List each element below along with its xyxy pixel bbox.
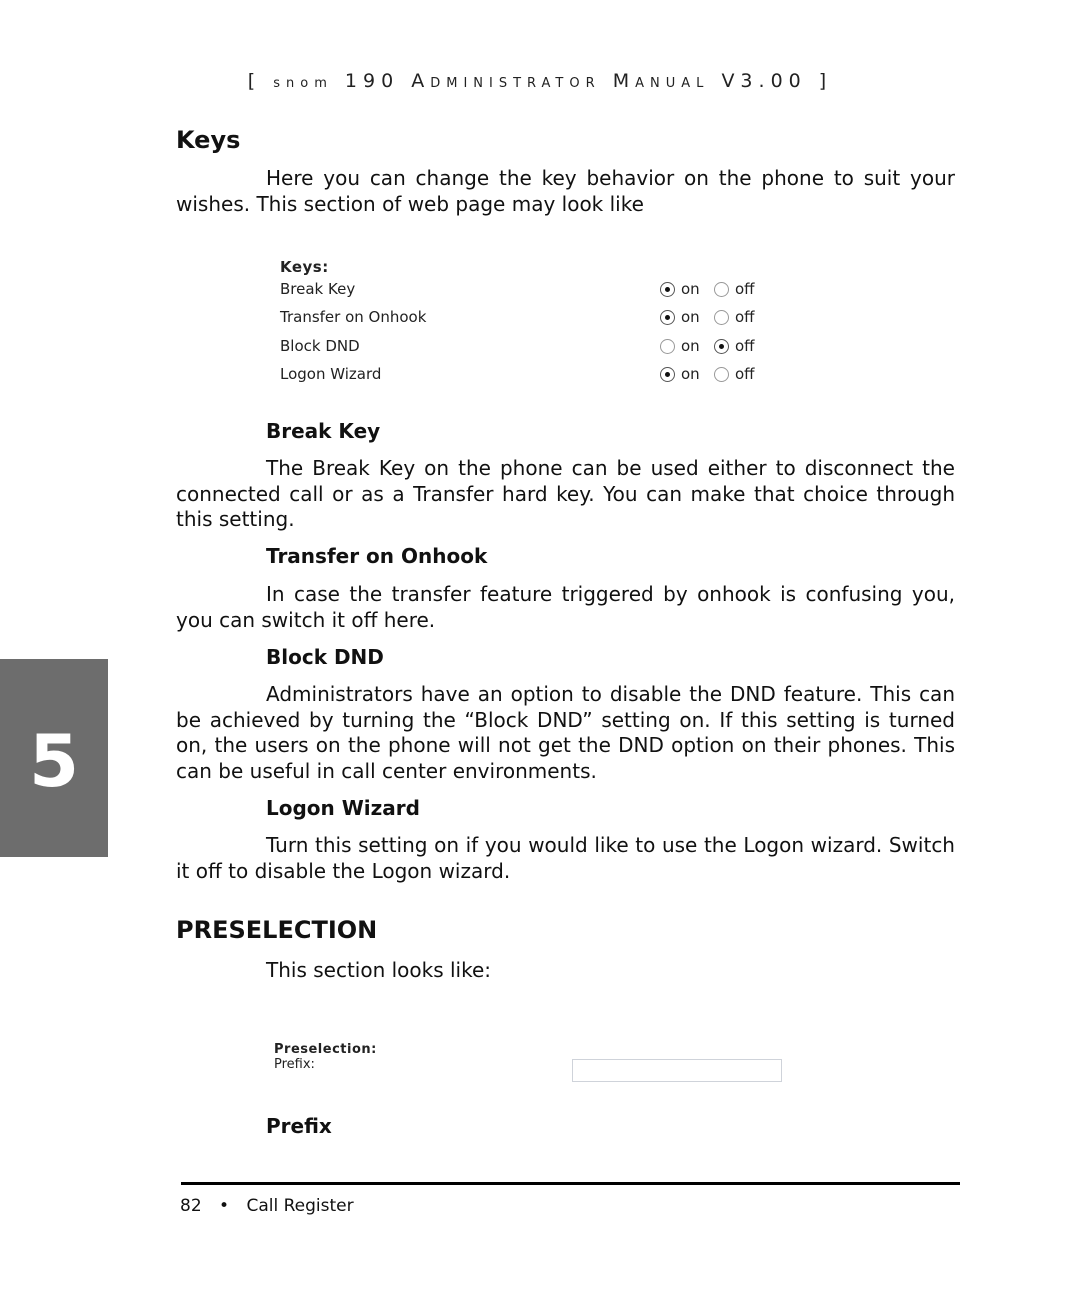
keys-heading: Keys — [176, 126, 241, 154]
chapter-tab: 5 — [0, 659, 108, 857]
setting-label: Break Key — [280, 280, 356, 298]
preselection-heading: PRESELECTION — [176, 916, 378, 944]
transfer-on-onhook-text: In case the transfer feature triggered b… — [176, 582, 955, 633]
logon-wizard-text: Turn this setting on if you would like t… — [176, 833, 955, 884]
radio-on-label: on — [681, 280, 700, 298]
setting-row-block-dnd: Block DND on off — [280, 337, 760, 365]
radio-on-label: on — [681, 308, 700, 326]
setting-row-transfer-on-onhook: Transfer on Onhook on off — [280, 308, 760, 336]
transfer-on-onhook-body: In case the transfer feature triggered b… — [176, 582, 955, 632]
keys-settings-screenshot: Keys: Break Key on off Transfer on Onhoo… — [280, 258, 770, 398]
footer-divider — [181, 1182, 960, 1185]
break-key-body: The Break Key on the phone can be used e… — [176, 456, 955, 531]
running-header: [ snom 190 Administrator Manual V3.00 ] — [0, 70, 1080, 92]
chapter-number: 5 — [28, 719, 80, 803]
block-dnd-body: Administrators have an option to disable… — [176, 682, 955, 783]
title-rest-m: anual — [635, 76, 710, 91]
radio-off[interactable] — [714, 309, 729, 325]
radio-on[interactable] — [660, 338, 675, 354]
radio-off-label: off — [735, 280, 755, 298]
bullet-separator: • — [219, 1196, 230, 1216]
radio-on-label: on — [681, 365, 700, 383]
radio-on-label: on — [681, 337, 700, 355]
radio-off[interactable] — [714, 366, 729, 382]
model-number: 190 — [344, 70, 400, 92]
setting-row-break-key: Break Key on off — [280, 280, 760, 308]
radio-off-label: off — [735, 337, 755, 355]
title-initial-a: A — [411, 70, 431, 92]
setting-row-logon-wizard: Logon Wizard on off — [280, 365, 760, 393]
title-rest-a: dministrator — [430, 76, 601, 91]
radio-on[interactable] — [660, 281, 675, 297]
preselection-screenshot-title: Preselection: Prefix: — [274, 1042, 377, 1072]
preselection-intro: This section looks like: — [176, 958, 955, 984]
radio-on[interactable] — [660, 366, 675, 382]
version: V3.00 — [721, 70, 807, 92]
keys-intro: Here you can change the key behavior on … — [176, 166, 955, 217]
keys-intro-text: Here you can change the key behavior on … — [176, 166, 955, 216]
radio-off[interactable] — [714, 338, 729, 354]
transfer-on-onhook-heading: Transfer on Onhook — [266, 544, 488, 568]
title-initial-m: M — [612, 70, 636, 92]
break-key-heading: Break Key — [266, 419, 381, 443]
preselection-intro-text: This section looks like: — [266, 958, 492, 982]
bracket-open: [ — [247, 70, 262, 92]
radio-off-label: off — [735, 365, 755, 383]
preselection-settings-title: Preselection: — [274, 1042, 377, 1057]
footer-section-name: Call Register — [246, 1196, 354, 1216]
setting-label: Logon Wizard — [280, 365, 382, 383]
keys-settings-title: Keys: — [280, 258, 329, 276]
block-dnd-heading: Block DND — [266, 645, 384, 669]
brand-name: snom — [273, 76, 333, 91]
radio-on[interactable] — [660, 309, 675, 325]
logon-wizard-body: Turn this setting on if you would like t… — [176, 833, 955, 883]
bracket-close: ] — [818, 70, 833, 92]
prefix-label: Prefix: — [274, 1057, 315, 1072]
radio-off[interactable] — [714, 281, 729, 297]
setting-label: Block DND — [280, 337, 360, 355]
block-dnd-text: Administrators have an option to disable… — [176, 682, 955, 784]
prefix-input[interactable] — [572, 1059, 782, 1082]
prefix-heading: Prefix — [266, 1114, 332, 1138]
break-key-text: The Break Key on the phone can be used e… — [176, 456, 955, 533]
setting-label: Transfer on Onhook — [280, 308, 427, 326]
page-footer: 82 • Call Register — [180, 1196, 354, 1216]
logon-wizard-heading: Logon Wizard — [266, 796, 420, 820]
page-number: 82 — [180, 1196, 202, 1216]
radio-off-label: off — [735, 308, 755, 326]
